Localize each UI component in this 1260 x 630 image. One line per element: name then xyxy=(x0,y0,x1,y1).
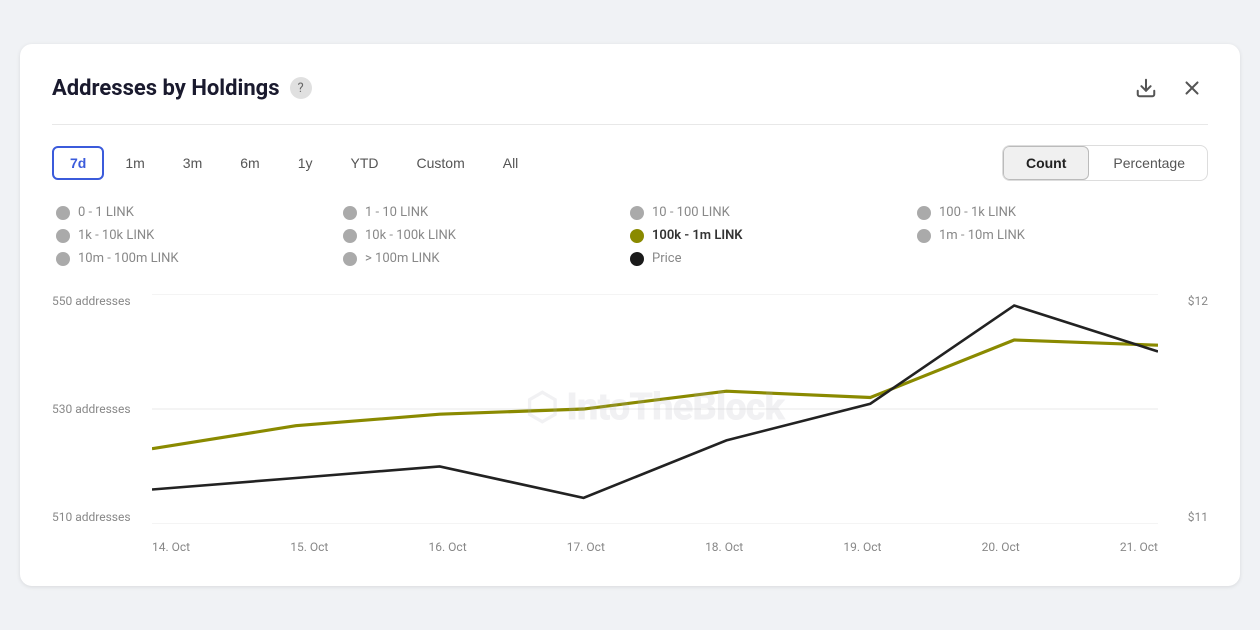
legend-item-10m-100m: 10m - 100m LINK xyxy=(56,251,343,266)
legend: 0 - 1 LINK 1 - 10 LINK 10 - 100 LINK 100… xyxy=(52,205,1208,266)
header: Addresses by Holdings ? xyxy=(52,72,1208,104)
legend-label-1m-10m: 1m - 10m LINK xyxy=(939,228,1025,243)
header-left: Addresses by Holdings ? xyxy=(52,76,312,101)
time-btn-6m[interactable]: 6m xyxy=(223,146,276,180)
chart-area: 550 addresses 530 addresses 510 addresse… xyxy=(52,294,1208,554)
controls: 7d 1m 3m 6m 1y YTD Custom All Count Perc… xyxy=(52,145,1208,181)
legend-item-1m-10m: 1m - 10m LINK xyxy=(917,228,1204,243)
time-buttons: 7d 1m 3m 6m 1y YTD Custom All xyxy=(52,146,535,180)
legend-label-0-1: 0 - 1 LINK xyxy=(78,205,134,220)
help-icon[interactable]: ? xyxy=(290,77,312,99)
y-label-right-bot: $11 xyxy=(1188,510,1208,524)
metric-buttons: Count Percentage xyxy=(1002,145,1208,181)
legend-dot-price xyxy=(630,252,644,266)
legend-dot-1k-10k xyxy=(56,229,70,243)
time-btn-ytd[interactable]: YTD xyxy=(334,146,396,180)
y-label-mid: 530 addresses xyxy=(52,402,131,416)
x-label-oct15: 15. Oct xyxy=(290,540,328,554)
legend-item-0-1: 0 - 1 LINK xyxy=(56,205,343,220)
legend-dot-100k-1m xyxy=(630,229,644,243)
legend-dot-10k-100k xyxy=(343,229,357,243)
metric-btn-count[interactable]: Count xyxy=(1003,146,1089,180)
x-label-oct19: 19. Oct xyxy=(843,540,881,554)
x-label-oct14: 14. Oct xyxy=(152,540,190,554)
chart-svg-wrapper: ⬡ IntoTheBlock xyxy=(152,294,1158,524)
legend-label-100-1k: 100 - 1k LINK xyxy=(939,205,1016,220)
x-label-oct17: 17. Oct xyxy=(567,540,605,554)
legend-label-100k-1m: 100k - 1m LINK xyxy=(652,228,743,243)
y-label-right-top: $12 xyxy=(1188,294,1208,308)
y-label-top: 550 addresses xyxy=(52,294,131,308)
legend-label-10m-100m: 10m - 100m LINK xyxy=(78,251,179,266)
chart-svg xyxy=(152,294,1158,524)
legend-label-10k-100k: 10k - 100k LINK xyxy=(365,228,456,243)
y-label-bot: 510 addresses xyxy=(52,510,131,524)
time-btn-1y[interactable]: 1y xyxy=(281,146,330,180)
time-btn-7d[interactable]: 7d xyxy=(52,146,104,180)
x-label-oct21: 21. Oct xyxy=(1120,540,1158,554)
legend-dot-100-1k xyxy=(917,206,931,220)
time-btn-3m[interactable]: 3m xyxy=(166,146,219,180)
legend-dot-100m xyxy=(343,252,357,266)
chart-labels-right: $12 $11 xyxy=(1188,294,1208,554)
legend-item-price: Price xyxy=(630,251,917,266)
x-axis: 14. Oct 15. Oct 16. Oct 17. Oct 18. Oct … xyxy=(152,540,1158,554)
header-right xyxy=(1130,72,1208,104)
legend-dot-0-1 xyxy=(56,206,70,220)
time-btn-1m[interactable]: 1m xyxy=(108,146,161,180)
download-icon[interactable] xyxy=(1130,72,1162,104)
legend-item-1-10: 1 - 10 LINK xyxy=(343,205,630,220)
legend-dot-10-100 xyxy=(630,206,644,220)
legend-item-100m: > 100m LINK xyxy=(343,251,630,266)
page-title: Addresses by Holdings xyxy=(52,76,280,101)
legend-item-100k-1m: 100k - 1m LINK xyxy=(630,228,917,243)
legend-dot-1-10 xyxy=(343,206,357,220)
legend-label-price: Price xyxy=(652,251,681,266)
card: Addresses by Holdings ? 7d 1m xyxy=(20,44,1240,586)
legend-dot-10m-100m xyxy=(56,252,70,266)
legend-label-1-10: 1 - 10 LINK xyxy=(365,205,428,220)
legend-label-10-100: 10 - 100 LINK xyxy=(652,205,730,220)
time-btn-custom[interactable]: Custom xyxy=(400,146,482,180)
legend-dot-1m-10m xyxy=(917,229,931,243)
legend-item-1k-10k: 1k - 10k LINK xyxy=(56,228,343,243)
divider xyxy=(52,124,1208,125)
legend-item-10k-100k: 10k - 100k LINK xyxy=(343,228,630,243)
olive-line xyxy=(152,340,1158,449)
expand-icon[interactable] xyxy=(1176,72,1208,104)
legend-label-100m: > 100m LINK xyxy=(365,251,440,266)
legend-label-1k-10k: 1k - 10k LINK xyxy=(78,228,154,243)
x-label-oct20: 20. Oct xyxy=(982,540,1020,554)
x-label-oct18: 18. Oct xyxy=(705,540,743,554)
metric-btn-percentage[interactable]: Percentage xyxy=(1091,146,1207,180)
time-btn-all[interactable]: All xyxy=(486,146,536,180)
legend-item-10-100: 10 - 100 LINK xyxy=(630,205,917,220)
legend-item-100-1k: 100 - 1k LINK xyxy=(917,205,1204,220)
chart-labels-left: 550 addresses 530 addresses 510 addresse… xyxy=(52,294,131,554)
x-label-oct16: 16. Oct xyxy=(429,540,467,554)
